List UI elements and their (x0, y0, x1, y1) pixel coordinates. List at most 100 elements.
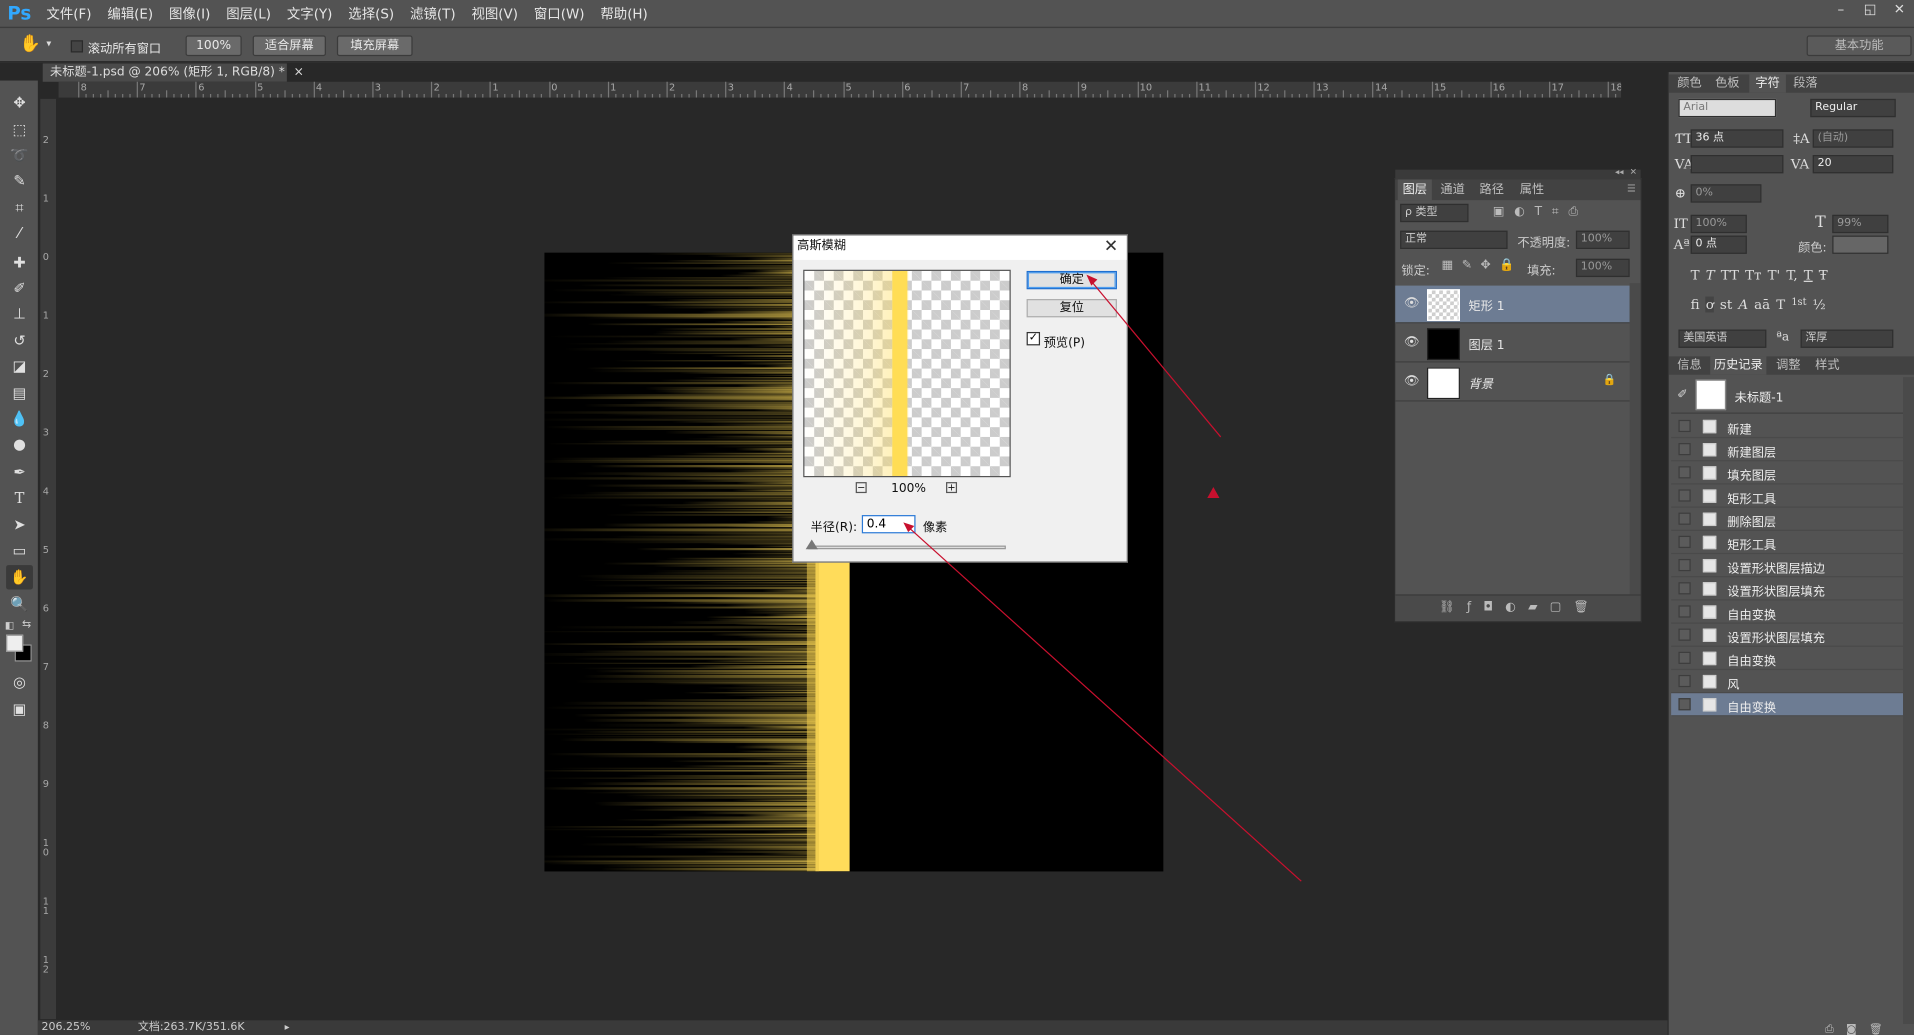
hand-tool-icon[interactable]: ✋ (6, 565, 33, 590)
stylistic-alternates-button[interactable]: aā (1754, 297, 1770, 313)
path-select-icon[interactable]: ➤ (6, 513, 33, 537)
radius-slider-thumb[interactable] (805, 539, 818, 550)
tab-paths[interactable]: 路径 (1475, 179, 1509, 200)
history-item[interactable]: 风 (1671, 670, 1904, 694)
swap-colors-icon[interactable]: ⇆ (22, 619, 31, 631)
history-item[interactable]: 填充图层 (1671, 461, 1904, 485)
marquee-tool-icon[interactable]: ⬚ (6, 117, 33, 141)
layer-row-background[interactable]: 👁 背景 🔒 (1395, 364, 1630, 402)
document-size[interactable]: 文档:263.7K/351.6K (138, 1022, 245, 1034)
menu-file[interactable]: 文件(F) (46, 4, 91, 24)
history-item[interactable]: 设置形状图层描边 (1671, 554, 1904, 578)
pen-tool-icon[interactable]: ✒ (6, 460, 33, 484)
quick-select-icon[interactable]: ✎ (6, 168, 33, 192)
brush-tool-icon[interactable]: ✐ (6, 276, 33, 300)
tab-info[interactable]: 信息 (1672, 356, 1706, 374)
history-checkbox[interactable] (1678, 605, 1691, 618)
menu-type[interactable]: 文字(Y) (287, 4, 333, 24)
gradient-tool-icon[interactable]: ▤ (6, 381, 33, 405)
stamp-tool-icon[interactable]: ⊥ (6, 301, 33, 325)
visibility-eye-icon[interactable]: 👁 (1404, 375, 1420, 390)
layers-scrollbar[interactable] (1629, 283, 1641, 595)
language-select[interactable]: 美国英语 (1678, 329, 1767, 348)
titling-button[interactable]: T (1776, 297, 1785, 313)
history-item[interactable]: 删除图层 (1671, 508, 1904, 531)
history-checkbox[interactable] (1678, 419, 1691, 433)
history-snapshot[interactable]: ✐ 未标题-1 (1671, 377, 1904, 414)
layer-row-layer1[interactable]: 👁 图层 1 (1395, 325, 1630, 363)
visibility-eye-icon[interactable]: 👁 (1404, 336, 1420, 351)
history-action-icons[interactable]: ⎙◙🗑 (1825, 1024, 1895, 1035)
tab-swatches[interactable]: 色板 (1710, 74, 1744, 92)
ordinals-button[interactable]: 1st (1791, 297, 1806, 313)
vertical-scale-input[interactable]: 100% (1690, 214, 1747, 234)
opacity-input[interactable]: 100% (1575, 230, 1630, 249)
scroll-all-checkbox[interactable] (70, 40, 84, 53)
history-checkbox[interactable] (1678, 651, 1691, 664)
radius-slider[interactable] (808, 545, 1006, 550)
tab-channels[interactable]: 通道 (1436, 179, 1470, 200)
swash-button[interactable]: A (1738, 297, 1748, 313)
font-size-input[interactable]: 36 点 (1690, 129, 1784, 148)
layer-action-icons[interactable]: ⛓ƒ◘◐▰▢🗑 (1439, 600, 1601, 613)
history-checkbox[interactable] (1678, 558, 1691, 572)
small-caps-button[interactable]: Tт (1745, 267, 1761, 283)
zoom-tool-icon[interactable]: 🔍 (6, 592, 33, 616)
history-checkbox[interactable] (1678, 443, 1691, 456)
collapse-icon[interactable]: ◂◂ (1615, 167, 1624, 177)
history-scrollbar[interactable] (1903, 377, 1914, 1024)
leading-input[interactable]: (自动) (1812, 129, 1894, 148)
fit-screen-button[interactable]: 适合屏幕 (252, 35, 326, 57)
healing-brush-icon[interactable]: ✚ (6, 250, 33, 274)
close-panel-icon[interactable]: ✕ (1630, 167, 1637, 177)
history-item[interactable]: 自由变换 (1671, 693, 1904, 717)
history-brush-source-icon[interactable]: ✐ (1677, 388, 1687, 401)
default-colors-icon[interactable]: ◧ (5, 620, 14, 631)
menu-select[interactable]: 选择(S) (348, 4, 394, 24)
font-family-input[interactable]: Arial (1678, 98, 1777, 118)
blur-preview[interactable] (803, 269, 1011, 478)
move-tool-icon[interactable]: ✥ (6, 90, 33, 114)
history-item[interactable]: 自由变换 (1671, 647, 1904, 671)
history-item[interactable]: 新建图层 (1671, 438, 1904, 462)
history-checkbox[interactable] (1678, 698, 1691, 711)
faux-bold-button[interactable]: T (1691, 267, 1700, 283)
history-checkbox[interactable] (1678, 512, 1691, 525)
text-color-swatch[interactable] (1832, 235, 1889, 254)
preview-checkbox[interactable]: ✓ (1026, 331, 1041, 346)
tracking-input[interactable]: 20 (1812, 155, 1894, 174)
lasso-tool-icon[interactable]: ➰ (6, 143, 33, 167)
minimize-button[interactable]: – (1826, 0, 1855, 22)
fill-input[interactable]: 100% (1575, 258, 1630, 278)
ligatures-button[interactable]: fi (1691, 297, 1700, 313)
underline-button[interactable]: T (1804, 267, 1813, 283)
rectangle-tool-icon[interactable]: ▭ (6, 538, 33, 562)
layer-row-rect1[interactable]: 👁 矩形 1 (1395, 285, 1630, 324)
history-item[interactable]: 新建 (1671, 415, 1904, 439)
quick-mask-icon[interactable]: ◎ (6, 670, 33, 694)
antialias-select[interactable]: 浑厚 (1800, 329, 1894, 348)
history-checkbox[interactable] (1678, 535, 1691, 549)
tsume-input[interactable]: 0% (1690, 184, 1762, 203)
restore-button[interactable]: ◱ (1855, 0, 1884, 22)
history-item[interactable]: 设置形状图层填充 (1671, 624, 1904, 647)
close-doc-icon[interactable]: × (294, 66, 304, 79)
tab-layers[interactable]: 图层 (1397, 179, 1432, 201)
font-style-select[interactable]: Regular (1810, 98, 1896, 118)
tool-preset-chevron-icon[interactable]: ▾ (46, 38, 51, 49)
foreground-color-swatch[interactable] (6, 634, 24, 652)
fractions-button[interactable]: ½ (1813, 297, 1826, 313)
document-tab[interactable]: 未标题-1.psd @ 206% (矩形 1, RGB/8) * × (42, 63, 304, 82)
strikethrough-button[interactable]: Ŧ (1819, 267, 1828, 283)
history-item[interactable]: 矩形工具 (1671, 531, 1904, 555)
horizontal-scale-input[interactable]: 99% (1832, 214, 1889, 234)
tab-paragraph[interactable]: 段落 (1788, 74, 1822, 92)
menu-edit[interactable]: 编辑(E) (107, 4, 153, 24)
eraser-tool-icon[interactable]: ◪ (6, 354, 33, 378)
radius-input[interactable]: 0.4 (861, 515, 916, 534)
zoom-out-button[interactable]: − (855, 482, 867, 494)
old-style-button[interactable]: ơ (1705, 296, 1714, 313)
all-caps-button[interactable]: TT (1721, 267, 1739, 283)
history-brush-icon[interactable]: ↺ (6, 328, 33, 352)
panel-menu-icon[interactable]: ☰ (1627, 183, 1636, 194)
